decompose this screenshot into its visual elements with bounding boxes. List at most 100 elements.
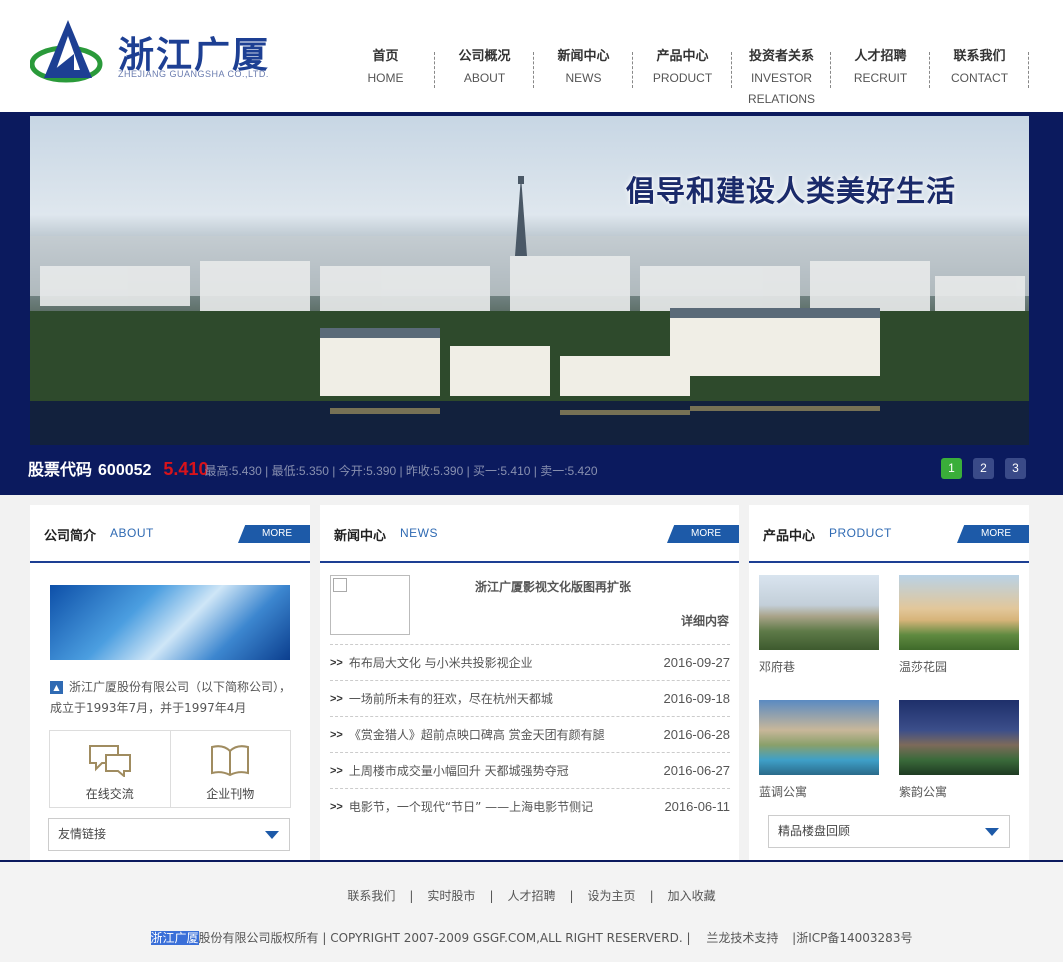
- stock-info: 最高:5.430 | 最低:5.350 | 今开:5.390 | 昨收:5.39…: [204, 464, 598, 478]
- city-skyline-illustration: [30, 176, 1029, 445]
- product-name: 温莎花园: [899, 660, 948, 674]
- nav-recruit[interactable]: 人才招聘 RECRUIT: [831, 46, 930, 108]
- footer-separator: |: [569, 889, 574, 903]
- nav-about[interactable]: 公司概况 ABOUT: [435, 46, 534, 108]
- news-item[interactable]: >> 电影节，一个现代“节日” ——上海电影节侧记 2016-06-11: [330, 788, 730, 824]
- news-feature-title[interactable]: 浙江广厦影视文化版图再扩张: [420, 578, 686, 595]
- product-item[interactable]: 紫韵公寓: [899, 700, 1019, 800]
- nav-label-cn: 投资者关系: [748, 49, 814, 64]
- nav-news[interactable]: 新闻中心 NEWS: [534, 46, 633, 108]
- product-name: 紫韵公寓: [899, 785, 948, 799]
- footer-link-stock[interactable]: 实时股市: [427, 889, 475, 903]
- product-image: [899, 575, 1019, 650]
- double-chevron-right-icon: >>: [330, 692, 343, 705]
- product-title-en: PRODUCT: [829, 526, 892, 540]
- logo-emblem-icon: [30, 20, 103, 83]
- about-title-en: ABOUT: [110, 526, 154, 540]
- product-panel-header: 产品中心 PRODUCT MORE: [749, 505, 1029, 563]
- news-item[interactable]: >> 布布局大文化 与小米共投影视企业 2016-09-27: [330, 644, 730, 680]
- caret-up-icon: ▲: [50, 681, 63, 694]
- news-panel: 新闻中心 NEWS MORE 浙江广厦影视文化版图再扩张 详细内容 >> 布布局…: [320, 505, 739, 860]
- copyright: 浙江广厦股份有限公司版权所有 | COPYRIGHT 2007-2009 GSG…: [0, 929, 1063, 946]
- news-item-title: 布布局大文化 与小米共投影视企业: [348, 656, 533, 670]
- logo-text-en: ZHEJIANG GUANGSHA CO.,LTD.: [118, 69, 269, 79]
- journal-button[interactable]: 企业刊物: [169, 731, 291, 807]
- icp-number[interactable]: |浙ICP备14003283号: [792, 931, 912, 945]
- footer-links: 联系我们 | 实时股市 | 人才招聘 | 设为主页 | 加入收藏: [0, 887, 1063, 904]
- product-title: 产品中心: [763, 529, 816, 544]
- news-list: >> 布布局大文化 与小米共投影视企业 2016-09-27 >> 一场前所未有…: [330, 644, 730, 824]
- slide-dot-3[interactable]: 3: [1005, 458, 1026, 479]
- site-header: 浙江广厦 ZHEJIANG GUANGSHA CO.,LTD. 首页 HOME …: [0, 0, 1063, 112]
- product-image: [759, 575, 879, 650]
- nav-home[interactable]: 首页 HOME: [336, 46, 435, 108]
- about-summary: ▲ 浙江广厦股份有限公司（以下简称公司），成立于1993年7月，并于1997年4月: [50, 677, 298, 719]
- open-book-icon: [211, 745, 250, 777]
- product-more-button[interactable]: MORE: [957, 525, 1029, 543]
- tech-support-link[interactable]: 兰龙技术支持: [706, 931, 778, 945]
- copyright-text: 股份有限公司版权所有 | COPYRIGHT 2007-2009 GSGF.CO…: [198, 931, 691, 945]
- friend-links-label: 友情链接: [58, 827, 107, 841]
- stock-label: 股票代码: [28, 460, 93, 479]
- footer-link-recruit[interactable]: 人才招聘: [507, 889, 555, 903]
- friend-links-select[interactable]: 友情链接: [48, 818, 290, 851]
- news-item-title: 电影节，一个现代“节日” ——上海电影节侧记: [348, 800, 594, 814]
- news-item[interactable]: >> 《赏金猎人》超前点映口碑高 赏金天团有颜有腿 2016-06-28: [330, 716, 730, 752]
- product-name: 邓府巷: [759, 660, 796, 674]
- double-chevron-right-icon: >>: [330, 764, 343, 777]
- slide-dot-2[interactable]: 2: [973, 458, 994, 479]
- news-more-button[interactable]: MORE: [667, 525, 739, 543]
- footer-link-set-homepage[interactable]: 设为主页: [588, 889, 636, 903]
- footer-link-bookmark[interactable]: 加入收藏: [668, 889, 716, 903]
- product-image: [759, 700, 879, 775]
- about-building-image: [50, 585, 290, 660]
- online-chat-label: 在线交流: [85, 787, 134, 801]
- news-item[interactable]: >> 一场前所未有的狂欢，尽在杭州天都城 2016-09-18: [330, 680, 730, 716]
- copyright-company-highlight: 浙江广厦: [150, 931, 199, 945]
- product-item[interactable]: 蓝调公寓: [759, 700, 879, 800]
- nav-label-cn: 产品中心: [656, 49, 709, 64]
- hero-banner: 倡导和建设人类美好生活 股票代码 600052 5.410 最高:5.430 |…: [0, 112, 1063, 495]
- double-chevron-right-icon: >>: [330, 800, 343, 813]
- footer-separator: |: [649, 889, 654, 903]
- main-nav: 首页 HOME 公司概况 ABOUT 新闻中心 NEWS 产品中心 PRODUC…: [336, 46, 1029, 108]
- about-panel-header: 公司简介 ABOUT MORE: [30, 505, 310, 563]
- featured-properties-label: 精品楼盘回顾: [778, 824, 851, 838]
- chevron-down-icon: [985, 828, 999, 836]
- news-feature-thumbnail[interactable]: [330, 575, 410, 635]
- nav-label-en: RECRUIT: [853, 71, 908, 85]
- footer-separator: |: [409, 889, 414, 903]
- slide-dot-1[interactable]: 1: [941, 458, 962, 479]
- nav-label-en: INVESTOR: [750, 71, 813, 85]
- featured-properties-select[interactable]: 精品楼盘回顾: [768, 815, 1010, 848]
- double-chevron-right-icon: >>: [330, 656, 343, 669]
- nav-label-cn: 联系我们: [953, 49, 1006, 64]
- nav-investor-relations[interactable]: 投资者关系 INVESTOR RELATIONS: [732, 46, 831, 108]
- slide-pagination: 1 2 3: [941, 458, 1026, 479]
- product-name: 蓝调公寓: [759, 785, 808, 799]
- product-item[interactable]: 邓府巷: [759, 575, 879, 675]
- nav-label-en: HOME: [367, 71, 404, 85]
- nav-product[interactable]: 产品中心 PRODUCT: [633, 46, 732, 108]
- stock-code: 600052: [98, 462, 152, 479]
- quick-links: 在线交流 企业刊物: [49, 730, 291, 808]
- nav-contact[interactable]: 联系我们 CONTACT: [930, 46, 1029, 108]
- about-panel: 公司简介 ABOUT MORE ▲ 浙江广厦股份有限公司（以下简称公司），成立于1…: [30, 505, 310, 860]
- online-chat-button[interactable]: 在线交流: [50, 731, 170, 807]
- site-footer: 联系我们 | 实时股市 | 人才招聘 | 设为主页 | 加入收藏 浙江广厦股份有限公司版权所有 …: [0, 862, 1063, 962]
- news-item-date: 2016-09-18: [663, 691, 731, 706]
- product-item[interactable]: 温莎花园: [899, 575, 1019, 675]
- nav-label-cn: 人才招聘: [854, 49, 907, 64]
- news-feature-more-link[interactable]: 详细内容: [681, 612, 729, 629]
- stock-price: 5.410: [163, 459, 209, 479]
- stock-ticker: 股票代码 600052 5.410 最高:5.430 | 最低:5.350 | …: [28, 456, 598, 480]
- nav-label-en: NEWS: [565, 71, 602, 85]
- banner-slogan: 倡导和建设人类美好生活: [626, 174, 957, 208]
- site-logo[interactable]: 浙江广厦 ZHEJIANG GUANGSHA CO.,LTD.: [30, 18, 290, 88]
- nav-label-en: ABOUT: [463, 71, 506, 85]
- news-item[interactable]: >> 上周楼市成交量小幅回升 天都城强势夺冠 2016-06-27: [330, 752, 730, 788]
- banner-slide-image[interactable]: 倡导和建设人类美好生活: [30, 116, 1029, 445]
- about-more-button[interactable]: MORE: [238, 525, 310, 543]
- news-title: 新闻中心: [334, 529, 387, 544]
- footer-link-contact[interactable]: 联系我们: [347, 889, 395, 903]
